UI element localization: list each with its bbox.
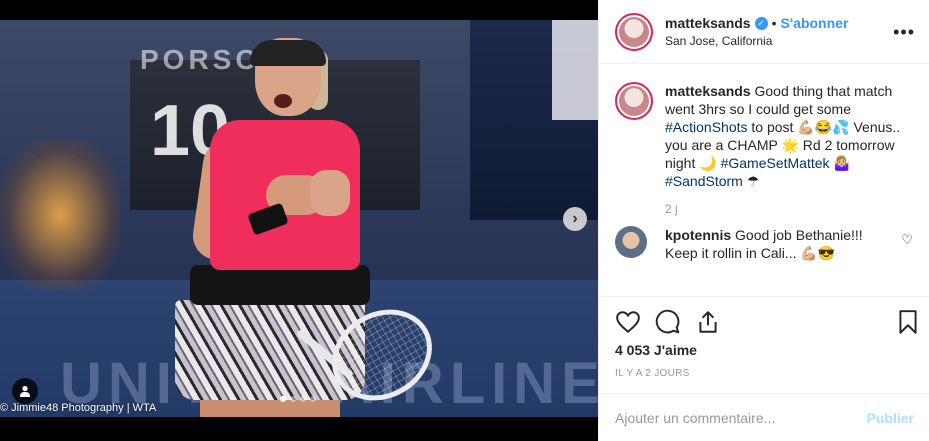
add-comment-input[interactable] bbox=[615, 409, 867, 426]
header-text: matteksands ✓ • S'abonner San Jose, Cali… bbox=[665, 15, 848, 48]
tagged-users-button[interactable] bbox=[12, 378, 38, 404]
photo-credit: © Jimmie48 Photography | WTA bbox=[0, 402, 157, 414]
instagram-post-modal: PORSCHE 10 UNITED AIRLINES bbox=[0, 0, 929, 441]
post-photo-area: PORSCHE 10 UNITED AIRLINES bbox=[0, 0, 598, 441]
verified-badge-icon: ✓ bbox=[754, 16, 768, 30]
carousel-dot bbox=[310, 396, 316, 402]
follow-button[interactable]: S'abonner bbox=[781, 15, 849, 31]
caption-text-part: ☂ bbox=[746, 173, 760, 189]
comments-section: matteksands Good thing that match went 3… bbox=[599, 64, 929, 296]
add-comment-bar: Publier bbox=[599, 393, 929, 441]
bookmark-icon[interactable] bbox=[895, 309, 921, 340]
light-glow bbox=[0, 140, 120, 290]
author-avatar[interactable] bbox=[615, 12, 653, 51]
caption: matteksands Good thing that match went 3… bbox=[615, 82, 913, 190]
comment-item: kpotennis Good job Bethanie!!! Keep it r… bbox=[615, 226, 913, 262]
likes-count[interactable]: 4 053 J'aime bbox=[615, 342, 697, 358]
player-waistband bbox=[190, 265, 370, 305]
share-icon[interactable] bbox=[695, 309, 721, 340]
comment-text: kpotennis Good job Bethanie!!! Keep it r… bbox=[665, 226, 885, 262]
commenter-avatar[interactable] bbox=[615, 226, 647, 258]
hashtag-link[interactable]: #SandStorm bbox=[665, 173, 743, 189]
more-options-icon[interactable]: ••• bbox=[893, 22, 915, 43]
publish-button[interactable]: Publier bbox=[867, 410, 914, 426]
hashtag-link[interactable]: #ActionShots bbox=[665, 119, 748, 135]
commenter-username[interactable]: kpotennis bbox=[665, 227, 731, 243]
header-row: matteksands ✓ • S'abonner bbox=[665, 15, 848, 31]
post-header: matteksands ✓ • S'abonner San Jose, Cali… bbox=[599, 0, 929, 64]
player-visor bbox=[250, 40, 326, 66]
player-mouth bbox=[274, 94, 292, 108]
comment-bubble-icon[interactable] bbox=[655, 309, 681, 340]
caption-text-part: 🤷🏼‍♀️ bbox=[833, 155, 851, 171]
like-comment-heart-icon[interactable]: ♡ bbox=[901, 232, 913, 248]
carousel-dot bbox=[290, 396, 296, 402]
post-time-ago[interactable]: IL Y A 2 JOURS bbox=[615, 368, 690, 379]
bg-screen-light bbox=[552, 20, 598, 120]
caption-text: matteksands Good thing that match went 3… bbox=[665, 82, 905, 190]
chevron-right-icon: › bbox=[572, 210, 578, 227]
caption-age: 2 j bbox=[665, 202, 678, 216]
player-fist bbox=[310, 170, 350, 216]
caption-avatar[interactable] bbox=[615, 82, 653, 120]
post-side-panel: matteksands ✓ • S'abonner San Jose, Cali… bbox=[598, 0, 929, 441]
hashtag-link[interactable]: #GameSetMattek bbox=[721, 155, 830, 171]
carousel-dot bbox=[280, 396, 286, 402]
post-location[interactable]: San Jose, California bbox=[665, 34, 848, 48]
author-username[interactable]: matteksands bbox=[665, 15, 751, 31]
like-heart-icon[interactable] bbox=[615, 309, 641, 340]
user-icon bbox=[20, 385, 30, 397]
carousel-dots bbox=[280, 396, 316, 402]
separator: • bbox=[771, 15, 777, 31]
carousel-dot bbox=[300, 396, 306, 402]
caption-username[interactable]: matteksands bbox=[665, 83, 751, 99]
next-photo-button[interactable]: › bbox=[563, 207, 587, 231]
post-photo[interactable]: PORSCHE 10 UNITED AIRLINES bbox=[0, 20, 598, 417]
